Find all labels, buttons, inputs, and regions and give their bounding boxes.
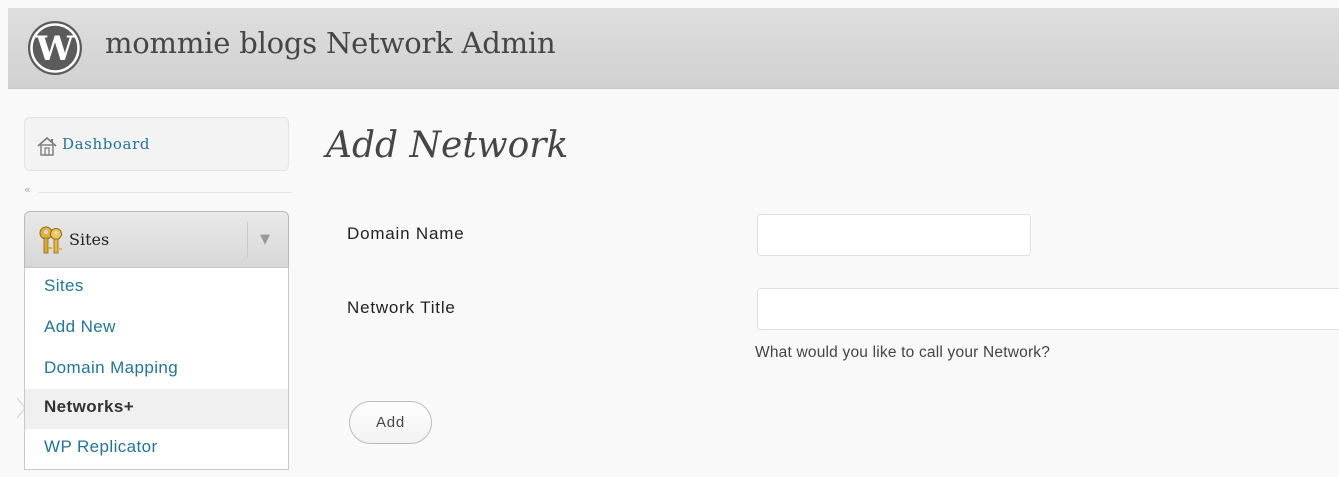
- submenu-item-label: WP Replicator: [44, 437, 158, 456]
- add-button[interactable]: Add: [349, 401, 432, 444]
- sidebar-item-dashboard[interactable]: Dashboard: [24, 117, 289, 171]
- submenu-item-label: Networks+: [44, 397, 135, 416]
- collapse-icon[interactable]: «: [24, 183, 31, 196]
- submenu-item-label: Domain Mapping: [44, 358, 179, 377]
- sidebar-item-label: Dashboard: [62, 135, 151, 153]
- submenu-item-label: Sites: [44, 276, 84, 295]
- site-title[interactable]: mommie blogs Network Admin: [105, 26, 556, 60]
- domain-name-input[interactable]: [757, 214, 1031, 256]
- submenu-item-networks-plus[interactable]: Networks+: [25, 389, 288, 429]
- divider: [247, 222, 248, 258]
- home-icon: [37, 136, 57, 156]
- network-title-label: Network Title: [347, 298, 456, 317]
- page-title: Add Network: [326, 125, 569, 166]
- domain-name-label: Domain Name: [347, 224, 465, 243]
- current-item-pointer-icon: [17, 398, 26, 418]
- submenu-item-label: Add New: [44, 317, 116, 336]
- chevron-down-icon[interactable]: ▼: [260, 232, 270, 247]
- network-title-input[interactable]: [757, 288, 1339, 330]
- divider: [38, 192, 292, 193]
- network-title-description: What would you like to call your Network…: [755, 344, 1051, 361]
- submenu-item-domain-mapping[interactable]: Domain Mapping: [25, 350, 288, 390]
- sidebar-item-sites[interactable]: Sites ▼: [24, 211, 289, 268]
- keys-icon: [39, 226, 62, 254]
- submenu-item-add-new[interactable]: Add New: [25, 309, 288, 349]
- sidebar-item-label: Sites: [69, 230, 110, 249]
- wordpress-logo-icon[interactable]: W: [27, 20, 83, 76]
- submenu-item-sites[interactable]: Sites: [25, 268, 288, 308]
- admin-header: W mommie blogs Network Admin: [8, 8, 1339, 89]
- submenu-item-wp-replicator[interactable]: WP Replicator: [25, 429, 288, 469]
- svg-text:W: W: [35, 29, 75, 69]
- sites-submenu: Sites Add New Domain Mapping Networks+ W…: [24, 268, 289, 470]
